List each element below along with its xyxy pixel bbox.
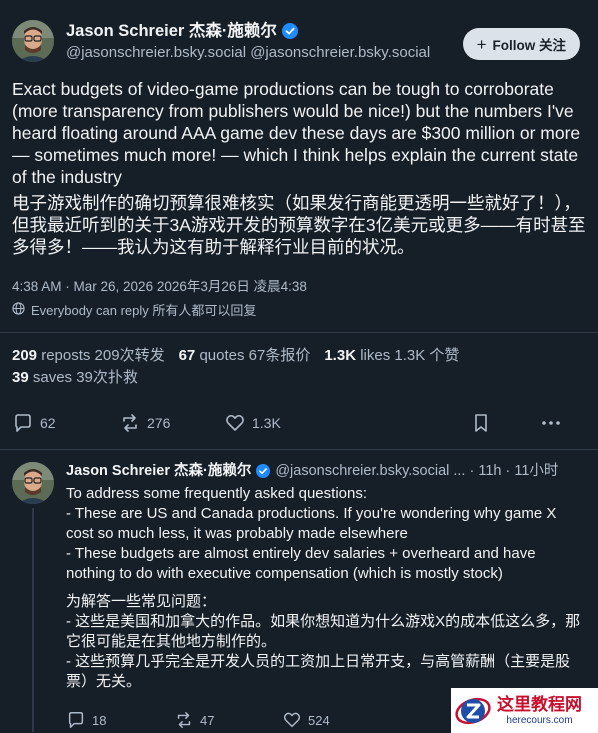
reply-reply-button[interactable]: 18 — [66, 710, 174, 730]
post-actions: 62 276 1.3K — [0, 397, 598, 449]
follow-label: Follow 关注 — [492, 38, 567, 53]
quotes-stat[interactable]: 67 quotes 67条报价 — [179, 345, 311, 367]
author-name[interactable]: Jason Schreier 杰森·施赖尔 — [66, 21, 277, 41]
repost-icon — [119, 412, 141, 434]
post-text-en: Exact budgets of video-game productions … — [12, 79, 581, 187]
repost-count: 276 — [147, 415, 171, 431]
bookmark-button[interactable] — [470, 412, 540, 434]
globe-icon — [12, 302, 25, 319]
post-timestamp[interactable]: 4:38 AM · Mar 26, 2026 2026年3月26日 凌晨4:38 — [12, 278, 586, 296]
reply-count: 62 — [40, 415, 56, 431]
site-watermark: 这里教程网 herecours.com — [451, 688, 598, 733]
thread-line — [32, 508, 34, 732]
more-options-button[interactable] — [540, 412, 562, 434]
like-button[interactable]: 1.3K — [224, 412, 470, 434]
like-count: 1.3K — [252, 415, 281, 431]
bookmark-icon — [470, 412, 492, 434]
reply-icon — [12, 412, 34, 434]
reply-author-name[interactable]: Jason Schreier 杰森·施赖尔 — [66, 462, 251, 480]
verified-badge-icon — [256, 464, 271, 478]
more-dots-icon — [540, 412, 562, 434]
post-stats: 209 reposts 209次转发 67 quotes 67条报价 1.3K … — [0, 333, 598, 389]
author-avatar[interactable] — [12, 20, 54, 62]
reply-text-en: To address some frequently asked questio… — [66, 485, 557, 582]
repost-icon — [174, 710, 194, 730]
plus-icon: + — [476, 34, 487, 54]
reply-repost-count: 47 — [200, 712, 215, 728]
main-post: Jason Schreier 杰森·施赖尔 @jasonschreier.bsk… — [0, 0, 598, 332]
reply-icon — [66, 710, 86, 730]
repost-button[interactable]: 276 — [119, 412, 224, 434]
reply-reply-count: 18 — [92, 712, 107, 728]
reply-handle-time[interactable]: @jasonschreier.bsky.social ... · 11h · 1… — [275, 462, 558, 480]
reply-author-avatar[interactable] — [12, 462, 54, 504]
verified-badge-icon[interactable] — [281, 23, 298, 39]
heart-icon — [224, 412, 246, 434]
reply-like-button[interactable]: 524 — [282, 710, 330, 730]
reply-setting: Everybody can reply 所有人都可以回复 — [12, 302, 586, 319]
reply-like-count: 524 — [308, 712, 330, 728]
reply-button[interactable]: 62 — [12, 412, 119, 434]
watermark-title: 这里教程网 — [497, 694, 582, 715]
reposts-stat[interactable]: 209 reposts 209次转发 — [12, 345, 165, 367]
follow-button[interactable]: + Follow 关注 — [462, 28, 580, 60]
heart-icon — [282, 710, 302, 730]
watermark-url: herecours.com — [506, 714, 573, 726]
post-text-cn: 电子游戏制作的确切预算很难核实（如果发行商能更透明一些就好了！），但我最近听到的… — [12, 193, 586, 257]
saves-stat: 39 saves 39次扑救 — [12, 369, 138, 386]
reply-repost-button[interactable]: 47 — [174, 710, 282, 730]
watermark-logo-icon — [451, 688, 495, 733]
reply-setting-label: Everybody can reply 所有人都可以回复 — [31, 302, 257, 318]
likes-stat[interactable]: 1.3K likes 1.3K 个赞 — [324, 345, 459, 367]
reply-text-cn: 为解答一些常见问题： - 这些是美国和加拿大的作品。如果你想知道为什么游戏X的成… — [66, 593, 581, 690]
